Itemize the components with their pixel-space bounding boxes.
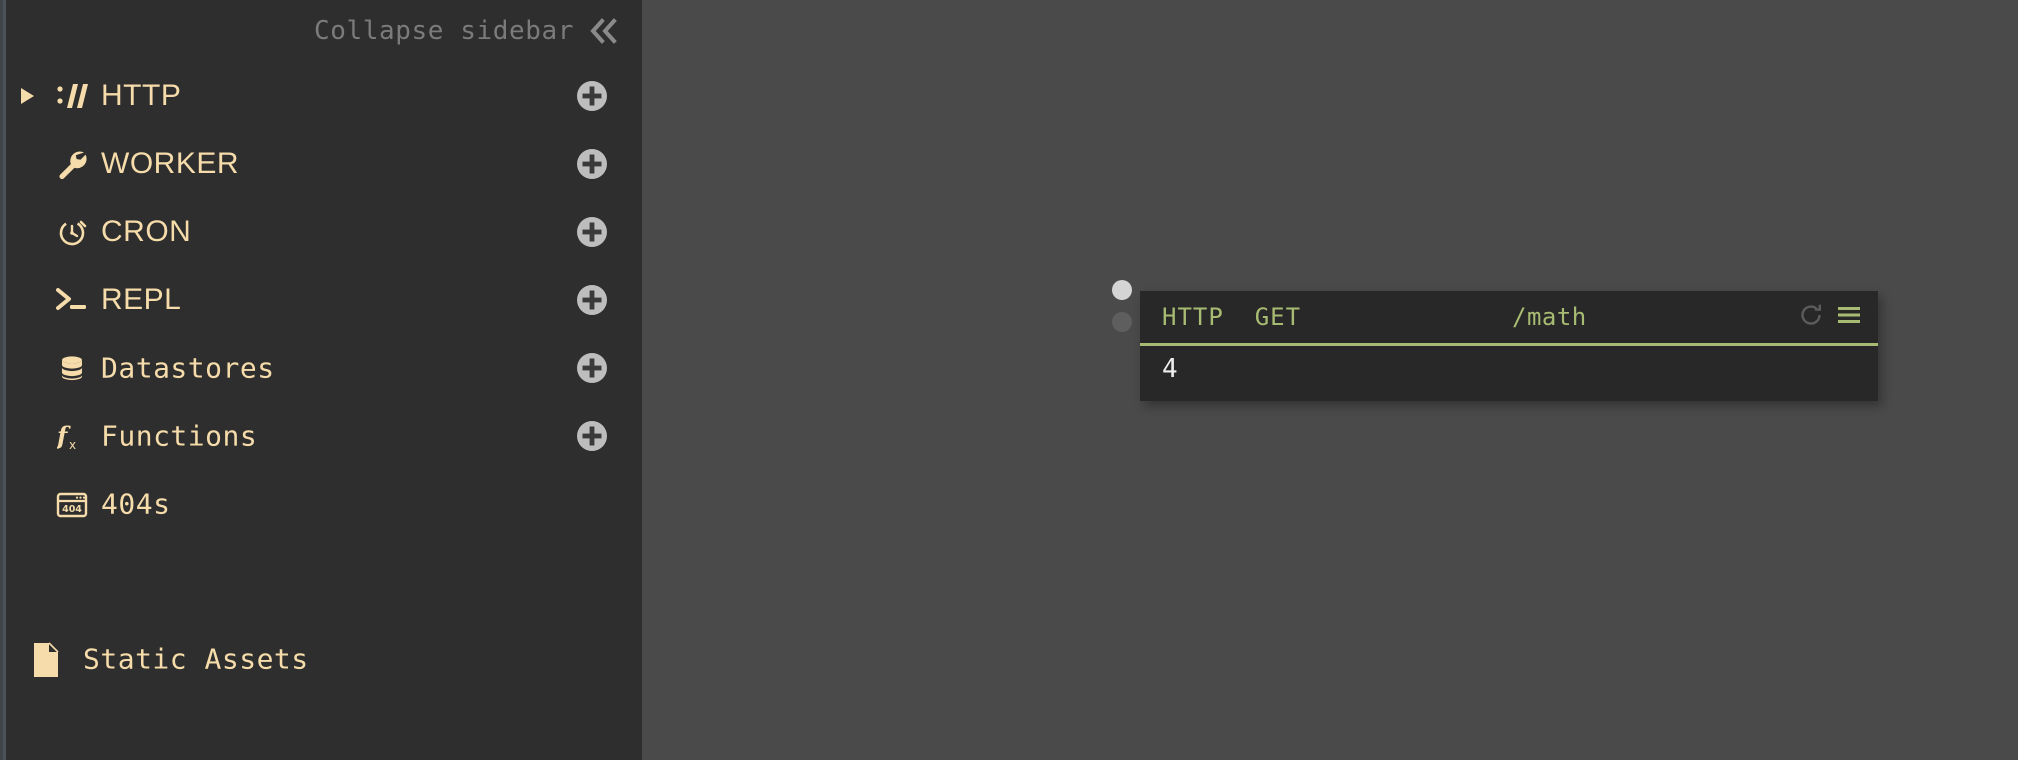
sidebar-item-cron[interactable]: CRON: [3, 198, 642, 266]
request-path-label: /math: [1512, 303, 1587, 331]
sidebar-item-label: HTTP: [101, 79, 182, 112]
sidebar-item-label: WORKER: [101, 147, 239, 180]
add-function-button[interactable]: [575, 419, 609, 453]
svg-text:404: 404: [62, 504, 82, 515]
sidebar-nav: HTTP WORKER CRON REPL Datastores f x Fun…: [3, 62, 642, 538]
sidebar-item-label: Datastores: [101, 351, 275, 385]
refresh-icon[interactable]: [1798, 302, 1824, 328]
protocol-slashes-icon: [55, 79, 89, 113]
collapse-sidebar-label: Collapse sidebar: [313, 16, 574, 46]
http-request-card[interactable]: HTTP GET /math 4: [1140, 291, 1878, 401]
sidebar-item-label: CRON: [101, 215, 192, 248]
sidebar-item-404s[interactable]: 404 404s: [3, 470, 642, 538]
add-repl-button[interactable]: [575, 283, 609, 317]
workspace-canvas[interactable]: HTTP GET /math 4: [642, 0, 2018, 760]
sidebar-item-datastores[interactable]: Datastores: [3, 334, 642, 402]
database-icon: [55, 351, 89, 385]
request-card-actions: [1798, 302, 1862, 328]
chevron-double-left-icon: [588, 16, 620, 46]
disclosure-triangle-icon[interactable]: [17, 86, 37, 106]
sidebar-item-functions[interactable]: f x Functions: [3, 402, 642, 470]
output-port-bottom[interactable]: [1112, 312, 1132, 332]
wrench-icon: [55, 147, 89, 181]
sidebar-item-repl[interactable]: REPL: [3, 266, 642, 334]
add-datastore-button[interactable]: [575, 351, 609, 385]
sidebar-item-label: REPL: [101, 283, 182, 316]
add-cron-button[interactable]: [575, 215, 609, 249]
request-card-body: 4: [1140, 346, 1878, 401]
sidebar: Collapse sidebar HTTP WORKER CRON REPL D…: [0, 0, 642, 760]
sidebar-item-static-assets[interactable]: Static Assets: [3, 625, 642, 693]
response-value: 4: [1162, 354, 1178, 384]
sidebar-item-label: Functions: [101, 419, 258, 453]
add-worker-button[interactable]: [575, 147, 609, 181]
menu-icon[interactable]: [1836, 302, 1862, 328]
output-port-top[interactable]: [1112, 280, 1132, 300]
sidebar-item-label: 404s: [101, 487, 171, 521]
request-method-label: HTTP GET: [1162, 303, 1302, 331]
terminal-prompt-icon: [55, 283, 89, 317]
document-icon: [31, 642, 61, 677]
sidebar-item-worker[interactable]: WORKER: [3, 130, 642, 198]
svg-text:x: x: [69, 438, 76, 452]
browser-404-icon: 404: [55, 487, 89, 521]
collapse-sidebar-button[interactable]: Collapse sidebar: [314, 16, 620, 46]
stopwatch-icon: [55, 215, 89, 249]
sidebar-item-http[interactable]: HTTP: [3, 62, 642, 130]
request-card-header: HTTP GET /math: [1140, 291, 1878, 346]
fx-icon: f x: [55, 419, 89, 453]
add-http-button[interactable]: [575, 79, 609, 113]
node-port-group: [1112, 280, 1138, 344]
static-assets-label: Static Assets: [83, 642, 309, 676]
